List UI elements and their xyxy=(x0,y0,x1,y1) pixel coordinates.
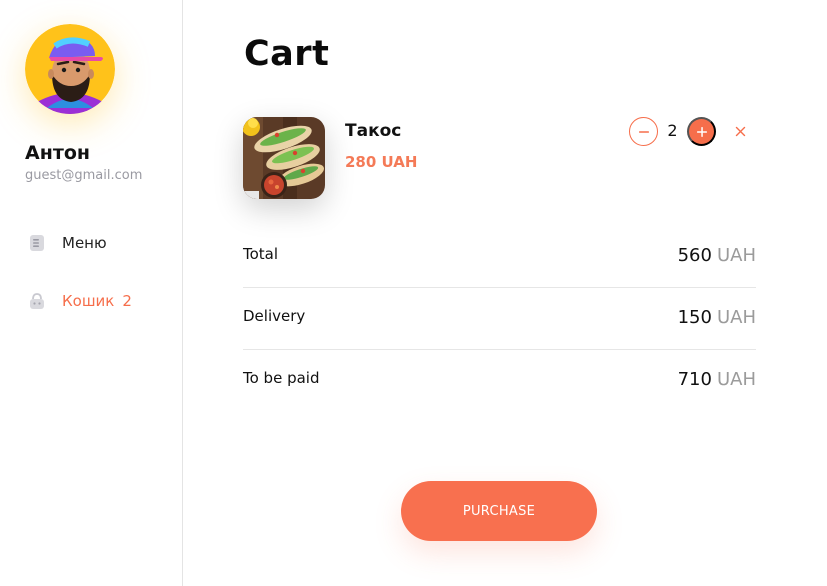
decrease-quantity-button[interactable] xyxy=(629,117,658,146)
remove-item-button[interactable] xyxy=(731,122,749,140)
quantity-value: 2 xyxy=(667,121,678,140)
divider xyxy=(243,287,756,288)
avatar-icon xyxy=(25,24,115,114)
amount-value: 560 xyxy=(677,245,712,266)
increase-quantity-button[interactable] xyxy=(687,117,716,146)
currency-label: UAH xyxy=(716,307,756,328)
summary-amount: 560 UAH xyxy=(678,245,756,266)
currency-label: UAH xyxy=(716,245,756,266)
user-email: guest@gmail.com xyxy=(25,168,143,183)
summary-amount: 710 UAH xyxy=(678,369,756,390)
minus-icon xyxy=(638,130,649,133)
summary-row-total: Total 560 UAH xyxy=(243,245,756,285)
divider xyxy=(243,349,756,350)
cart-count-badge: 2 xyxy=(122,292,132,310)
close-icon xyxy=(735,126,745,136)
summary-row-delivery: Delivery 150 UAH xyxy=(243,307,756,347)
summary-label: To be paid xyxy=(243,369,320,387)
menu-icon xyxy=(28,234,46,252)
product-name: Такос xyxy=(345,121,402,141)
sidebar: Антон guest@gmail.com Меню Кошик 2 xyxy=(0,0,183,586)
basket-icon xyxy=(28,292,46,310)
summary-row-to-be-paid: To be paid 710 UAH xyxy=(243,369,756,409)
page-title: Cart xyxy=(244,34,330,74)
sidebar-item-cart-label: Кошик xyxy=(62,292,115,310)
user-name: Антон xyxy=(25,142,91,164)
purchase-button[interactable]: PURCHASE xyxy=(401,481,597,541)
amount-value: 150 xyxy=(677,307,712,328)
product-image xyxy=(243,117,325,199)
sidebar-item-menu[interactable]: Меню xyxy=(28,232,107,254)
summary-label: Total xyxy=(243,245,279,263)
product-price: 280 UAH xyxy=(345,153,418,171)
avatar[interactable] xyxy=(25,24,115,114)
summary-amount: 150 UAH xyxy=(678,307,756,328)
summary-label: Delivery xyxy=(243,307,306,325)
plus-icon xyxy=(696,126,707,137)
sidebar-item-cart[interactable]: Кошик 2 xyxy=(28,290,132,312)
sidebar-item-menu-label: Меню xyxy=(62,234,107,252)
currency-label: UAH xyxy=(716,369,756,390)
amount-value: 710 xyxy=(677,369,712,390)
